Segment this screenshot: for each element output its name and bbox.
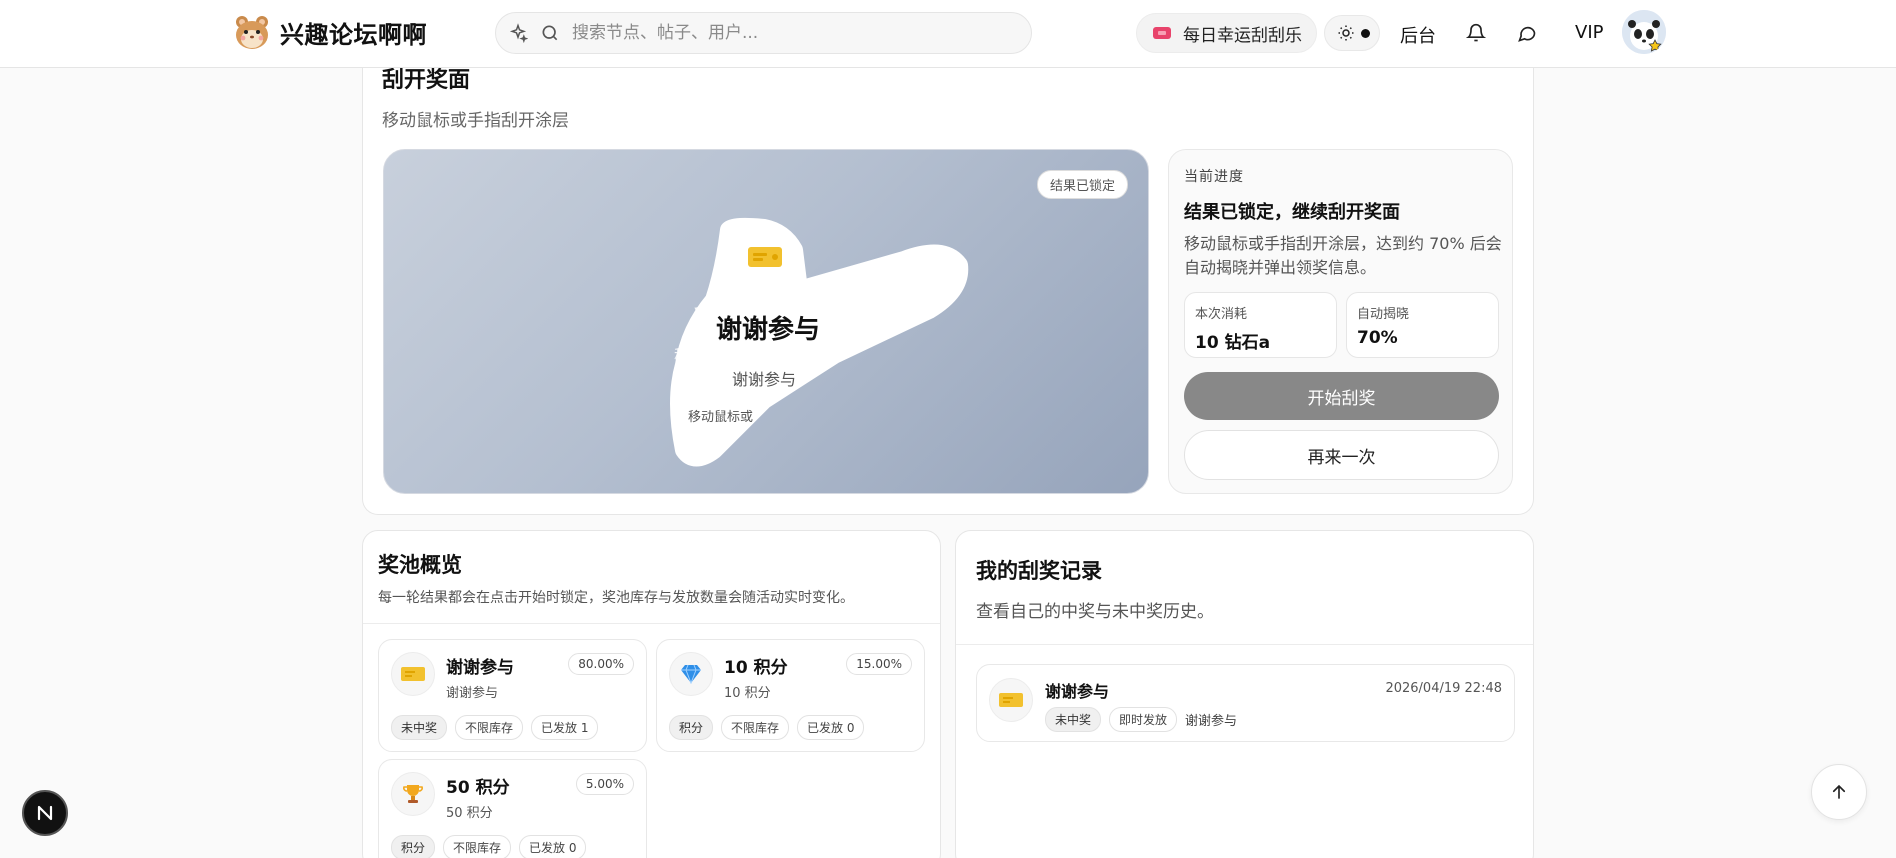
- auto-reveal-value: 70%: [1357, 328, 1398, 348]
- reveal-prize-subtitle: 谢谢参与: [732, 370, 797, 389]
- prize-tag: 积分: [391, 835, 436, 858]
- prize-name: 50 积分: [446, 778, 510, 798]
- ticket-icon: [401, 667, 425, 681]
- site-name: 兴趣论坛啊啊: [280, 20, 427, 49]
- pool-subtitle: 每一轮结果都会在点击开始时锁定，奖池库存与发放数量会随活动实时变化。: [378, 590, 854, 606]
- record-item: 谢谢参与 2026/04/19 22:48 未中奖 即时发放 谢谢参与: [976, 664, 1515, 742]
- progress-label: 当前进度: [1184, 169, 1244, 185]
- divider: [363, 623, 940, 624]
- top-header: 兴趣论坛啊啊 每日幸运刮刮乐 后台 VIP: [0, 0, 1896, 68]
- prize-rate-badge: 5.00%: [575, 773, 634, 795]
- records-subtitle: 查看自己的中奖与未中奖历史。: [976, 602, 1214, 622]
- prize-icon-wrap: [391, 772, 435, 816]
- record-time: 2026/04/19 22:48: [1385, 681, 1502, 696]
- prize-tag: 未中奖: [391, 715, 448, 740]
- nav-admin-link[interactable]: 后台: [1400, 22, 1436, 48]
- search-bar[interactable]: [495, 12, 1032, 54]
- divider: [956, 644, 1533, 645]
- progress-title: 结果已锁定，继续刮开奖面: [1184, 202, 1400, 223]
- search-icon: [542, 25, 558, 41]
- prize-name: 10 积分: [724, 658, 788, 678]
- record-tag: 即时发放: [1109, 707, 1178, 732]
- reveal-hint-text: 移动鼠标或: [688, 410, 754, 425]
- cost-value: 10 钻石a: [1195, 333, 1271, 353]
- scratch-section-subtitle: 移动鼠标或手指刮开涂层: [382, 111, 569, 131]
- nav-vip-link[interactable]: VIP: [1575, 22, 1603, 43]
- prize-desc: 50 积分: [446, 806, 493, 821]
- prize-name: 谢谢参与: [446, 658, 514, 678]
- prize-card: 50 积分 50 积分 5.00% 积分 不限库存 已发放 0: [378, 759, 647, 858]
- prize-tag: 不限库存: [721, 715, 790, 740]
- lucky-label: 每日幸运刮刮乐: [1183, 25, 1302, 46]
- sparkle-icon[interactable]: [508, 23, 528, 43]
- bell-icon[interactable]: [1466, 23, 1486, 43]
- prize-desc: 谢谢参与: [446, 686, 499, 701]
- diamond-icon: [681, 664, 701, 684]
- daily-lucky-scratch-button[interactable]: 每日幸运刮刮乐: [1136, 13, 1317, 53]
- site-logo[interactable]: 兴趣论坛啊啊: [232, 12, 427, 52]
- ticket-icon: [999, 693, 1023, 707]
- reveal-prize-title: 谢谢参与: [716, 315, 821, 345]
- prize-icon-wrap: [669, 652, 713, 696]
- auto-reveal-label: 自动揭晓: [1357, 307, 1410, 322]
- prize-tags: 积分 不限库存 已发放 0: [391, 835, 587, 858]
- auto-reveal-stat: 自动揭晓 70%: [1346, 292, 1499, 358]
- prize-icon-wrap: [391, 652, 435, 696]
- theme-toggle[interactable]: [1324, 15, 1380, 51]
- hamster-logo-icon: [236, 16, 268, 49]
- prize-tag: 已发放 0: [519, 835, 587, 858]
- record-tag: 未中奖: [1045, 707, 1102, 732]
- prize-tag: 已发放 1: [531, 715, 599, 740]
- pool-title: 奖池概览: [378, 553, 462, 577]
- record-note: 谢谢参与: [1185, 714, 1238, 729]
- start-scratch-button[interactable]: 开始刮奖: [1184, 372, 1499, 420]
- search-input[interactable]: [572, 23, 992, 43]
- prize-tag: 已发放 0: [797, 715, 865, 740]
- user-avatar[interactable]: [1622, 10, 1666, 54]
- ticket-icon: [748, 247, 782, 267]
- prize-card: 谢谢参与 谢谢参与 80.00% 未中奖 不限库存 已发放 1: [378, 639, 647, 752]
- cost-stat: 本次消耗 10 钻石a: [1184, 292, 1337, 358]
- prize-tag: 不限库存: [443, 835, 512, 858]
- sun-icon: [1338, 25, 1354, 41]
- prize-tag: 不限库存: [455, 715, 524, 740]
- record-name: 谢谢参与: [1045, 682, 1110, 701]
- progress-panel: 当前进度 结果已锁定，继续刮开奖面 移动鼠标或手指刮开涂层，达到约 70% 后会…: [1168, 149, 1513, 494]
- my-records-panel: 我的刮奖记录 查看自己的中奖与未中奖历史。 谢谢参与 2026/04/19 22…: [955, 530, 1534, 858]
- prize-pool-panel: 奖池概览 每一轮结果都会在点击开始时锁定，奖池库存与发放数量会随活动实时变化。 …: [362, 530, 941, 858]
- nextjs-devtools-button[interactable]: [22, 790, 68, 836]
- panda-avatar-icon: [1622, 10, 1666, 54]
- message-icon[interactable]: [1517, 23, 1537, 43]
- prize-tag: 积分: [669, 715, 714, 740]
- progress-description: 移动鼠标或手指刮开涂层，达到约 70% 后会自动揭晓并弹出领奖信息。: [1184, 234, 1502, 277]
- scratch-area[interactable]: 结果已锁定 刮 移 谢谢参与 谢谢参与 移动鼠标或: [383, 149, 1149, 494]
- prize-desc: 10 积分: [724, 686, 771, 701]
- ticket-icon: [1153, 27, 1171, 39]
- record-icon-wrap: [989, 678, 1033, 722]
- prize-card: 10 积分 10 积分 15.00% 积分 不限库存 已发放 0: [656, 639, 925, 752]
- theme-dot: [1361, 28, 1370, 38]
- records-title: 我的刮奖记录: [976, 559, 1102, 583]
- prize-tags: 未中奖 不限库存 已发放 1: [391, 715, 599, 740]
- n-logo-icon: [37, 805, 53, 821]
- arrow-up-icon: [1832, 784, 1846, 799]
- prize-rate-badge: 15.00%: [846, 653, 912, 675]
- play-again-button[interactable]: 再来一次: [1184, 430, 1499, 480]
- prize-tags: 积分 不限库存 已发放 0: [669, 715, 865, 740]
- back-to-top-button[interactable]: [1811, 764, 1867, 820]
- prize-rate-badge: 80.00%: [568, 653, 634, 675]
- trophy-icon: [403, 785, 423, 803]
- cost-label: 本次消耗: [1195, 307, 1248, 322]
- record-tags: 未中奖 即时发放 谢谢参与: [1045, 707, 1237, 732]
